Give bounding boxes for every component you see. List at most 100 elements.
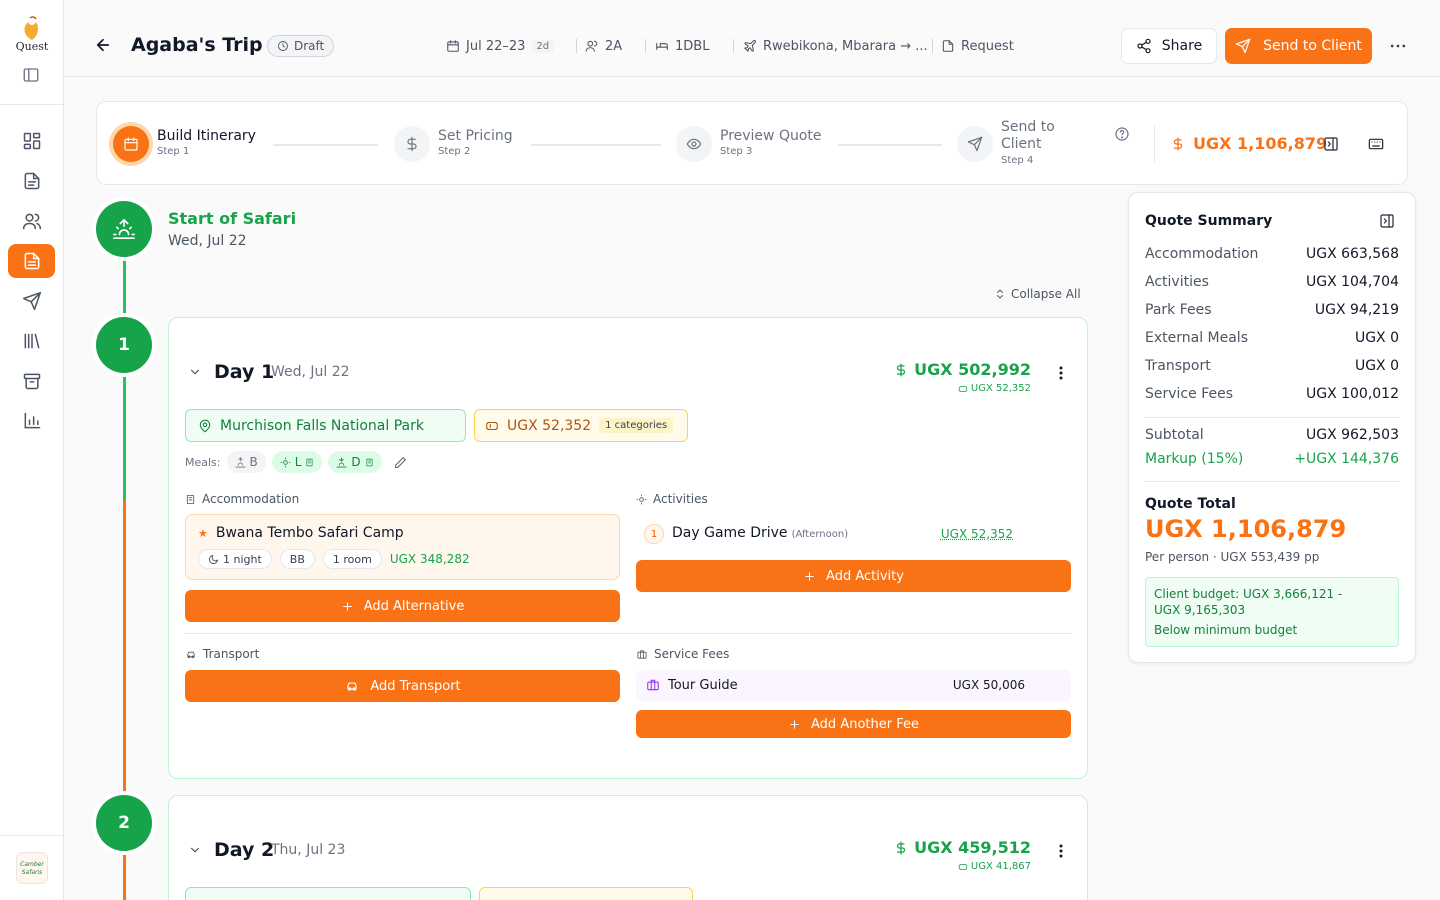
step-1-label[interactable]: Build Itinerary <box>157 128 256 144</box>
park-fee-categories: 1 categories <box>599 418 674 433</box>
nav-clients-icon[interactable] <box>8 204 55 238</box>
meal-lunch[interactable]: L <box>271 451 323 473</box>
add-fee-button[interactable]: Add Another Fee <box>636 710 1071 738</box>
subtotal-value: UGX 962,503 <box>1305 427 1399 443</box>
plus-icon <box>342 601 352 611</box>
step-4-send-icon[interactable] <box>957 126 993 162</box>
step-4-sub: Step 4 <box>1001 155 1034 166</box>
service-fees-section-label: Service Fees <box>636 647 729 661</box>
accommodation-price: UGX 348,282 <box>389 552 470 566</box>
step-3-label[interactable]: Preview Quote <box>720 128 822 144</box>
step-2-label[interactable]: Set Pricing <box>438 128 513 144</box>
trip-rooms[interactable]: 1DBL <box>655 36 709 56</box>
nav-quotes-icon[interactable] <box>8 244 55 278</box>
day-menu-icon[interactable] <box>1059 365 1063 381</box>
collapse-all-button[interactable]: Collapse All <box>994 287 1081 301</box>
day-title: Day 2 <box>214 839 275 861</box>
sidebar-toggle-icon[interactable] <box>22 66 40 84</box>
sunrise-icon <box>235 457 245 467</box>
app-logo[interactable]: Quest <box>10 14 54 58</box>
sun-icon <box>636 494 647 504</box>
ticket-icon <box>958 863 968 870</box>
dollar-icon <box>1173 137 1183 150</box>
meta-divider <box>932 39 933 53</box>
activity-row[interactable]: 1 Day Game Drive (Afternoon) UGX 52,352 <box>636 522 1071 550</box>
service-fee-amount: UGX 50,006 <box>952 678 1025 692</box>
organization-avatar[interactable]: Camber Safaris <box>16 852 48 884</box>
briefcase-icon <box>637 649 647 659</box>
step-4-label[interactable]: Send to Client <box>1001 119 1055 153</box>
rooms-text: 1DBL <box>675 38 710 54</box>
step-1-calendar-icon[interactable] <box>113 126 149 162</box>
trip-travellers[interactable]: 2A <box>585 36 622 56</box>
nav-library-icon[interactable] <box>8 324 55 358</box>
add-activity-button[interactable]: Add Activity <box>636 560 1071 592</box>
stepper-divider <box>1154 126 1155 162</box>
nav-archive-icon[interactable] <box>8 364 55 398</box>
pencil-icon[interactable] <box>394 456 407 469</box>
keyboard-icon[interactable] <box>1367 136 1385 152</box>
top-header: Agaba's Trip Draft Jul 22–23 2d 2A 1DBL … <box>64 0 1440 77</box>
step-3-eye-icon[interactable] <box>676 126 712 162</box>
step-2-sub: Step 2 <box>438 146 471 157</box>
service-fee-row[interactable]: Tour Guide UGX 50,006 <box>636 670 1071 702</box>
nav-send-icon[interactable] <box>8 284 55 318</box>
panel-toggle-icon[interactable] <box>1323 136 1339 152</box>
transport-label: Transport <box>203 647 260 661</box>
nav-documents-icon[interactable] <box>8 164 55 198</box>
rooms-tag[interactable]: 1 room <box>322 549 382 569</box>
day-2-card: Day 2 Thu, Jul 23 UGX 459,512 UGX 41,867 <box>168 795 1088 900</box>
trip-title: Agaba's Trip <box>131 34 263 56</box>
day-sub-price-value: UGX 41,867 <box>970 861 1031 872</box>
calendar-icon <box>447 40 459 52</box>
start-title: Start of Safari <box>168 209 297 228</box>
day-menu-icon[interactable] <box>1059 843 1063 859</box>
quote-stepper: Build Itinerary Step 1 Set Pricing Step … <box>96 101 1408 185</box>
chevron-down-icon[interactable] <box>188 843 202 857</box>
activity-price[interactable]: UGX 52,352 <box>941 527 1013 541</box>
park-pill[interactable] <box>185 887 471 900</box>
accommodation-card[interactable]: ★ Bwana Tembo Safari Camp 1 night BB 1 r… <box>185 514 620 580</box>
chevrons-up-down-icon <box>997 289 1003 299</box>
summary-label: Service Fees <box>1145 386 1233 402</box>
day-1-marker: 1 <box>96 317 152 373</box>
meal-dinner[interactable]: D <box>328 451 382 473</box>
help-circle-icon[interactable] <box>1114 126 1130 142</box>
summary-divider <box>1145 481 1399 482</box>
start-sunrise-icon <box>96 201 152 257</box>
send-to-client-button[interactable]: Send to Client <box>1225 28 1372 64</box>
back-arrow-icon[interactable] <box>94 36 112 54</box>
nights-tag[interactable]: 1 night <box>198 549 272 569</box>
chevron-down-icon[interactable] <box>188 365 202 379</box>
nav-dashboard-icon[interactable] <box>8 124 55 158</box>
quote-total-value: UGX 1,106,879 <box>1145 515 1347 543</box>
meal-breakfast[interactable]: B <box>226 451 266 473</box>
rail-divider-bottom <box>0 835 64 836</box>
add-alternative-button[interactable]: Add Alternative <box>185 590 620 622</box>
nav-reports-icon[interactable] <box>8 404 55 438</box>
day-price: UGX 502,992 <box>894 360 1031 379</box>
trip-dates[interactable]: Jul 22–23 2d <box>446 36 555 56</box>
share-button[interactable]: Share <box>1121 28 1217 64</box>
park-fee-pill[interactable]: UGX 52,352 1 categories <box>474 409 688 442</box>
rooms-text: 1 room <box>332 552 372 566</box>
day-sub-price-value: UGX 52,352 <box>970 383 1031 394</box>
add-transport-button[interactable]: Add Transport <box>185 670 620 702</box>
day-price-value: UGX 502,992 <box>914 360 1031 379</box>
board-tag[interactable]: BB <box>279 549 315 569</box>
accommodation-tags: 1 night BB 1 room UGX 348,282 <box>198 549 470 569</box>
more-options-icon[interactable] <box>1388 36 1408 56</box>
per-person-value: Per person · UGX 553,439 pp <box>1145 550 1320 564</box>
request-link[interactable]: Request <box>941 36 1014 56</box>
trip-route[interactable]: Rwebikona, Mbarara → ... <box>743 36 928 56</box>
board-text: BB <box>289 552 305 566</box>
step-2-dollar-icon[interactable] <box>394 126 430 162</box>
star-icon: ★ <box>198 526 208 540</box>
collapse-panel-icon[interactable] <box>1379 213 1395 229</box>
day-sub-price: UGX 52,352 <box>958 383 1031 394</box>
budget-range-line2: UGX 9,165,303 <box>1154 603 1246 617</box>
park-pill[interactable]: Murchison Falls National Park <box>185 409 466 442</box>
stepper-total-value: UGX 1,106,879 <box>1193 134 1328 153</box>
add-alternative-label: Add Alternative <box>363 598 465 614</box>
park-fee-pill[interactable] <box>479 887 693 900</box>
